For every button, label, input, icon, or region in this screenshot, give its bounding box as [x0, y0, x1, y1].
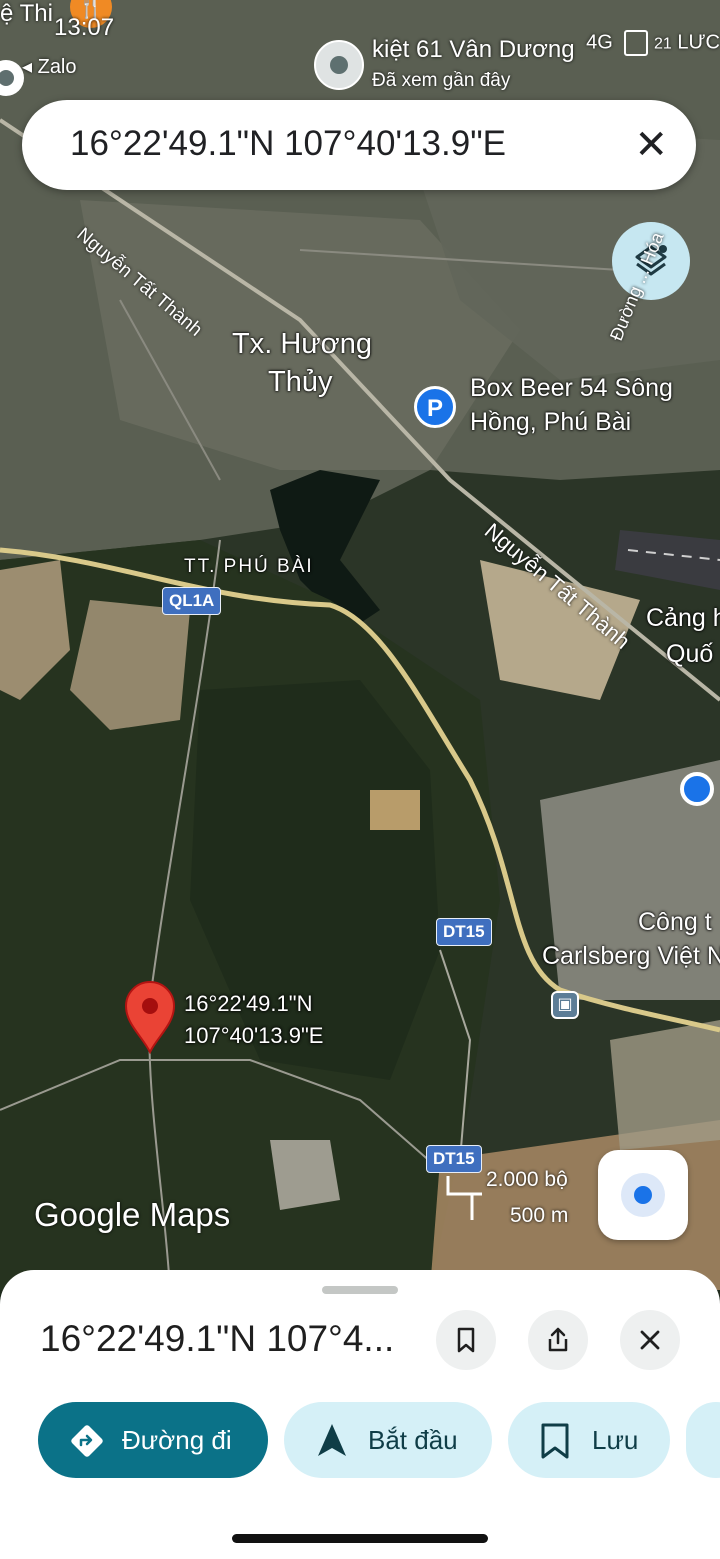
bookmark-icon [541, 1423, 569, 1459]
bus-stop-icon[interactable]: ▣ [551, 991, 579, 1019]
pin-label-line2: 107°40'13.9"E [184, 1023, 324, 1048]
navigation-arrow-icon [318, 1424, 346, 1456]
town-label-line2: Thủy [268, 366, 333, 398]
recent-place-pin-icon[interactable] [314, 40, 364, 90]
town-label-line1: Tx. Hương [232, 328, 372, 360]
scale-imperial: 2.000 bộ [486, 1168, 568, 1191]
map-view[interactable]: ệ Thi 🍴 13:07 ◂ Zalo 4G 21 LƯC kiệt 61 V… [0, 0, 720, 1290]
pin-coordinates-label: 16°22'49.1"N 107°40'13.9"E [184, 988, 323, 1052]
more-actions-chip[interactable] [686, 1402, 720, 1478]
place-bottom-sheet[interactable]: 16°22'49.1"N 107°4... Đường đi Bắt đầu L… [0, 1270, 720, 1559]
company-label-line2: Carlsberg Việt N [542, 942, 720, 970]
company-label-line1: Công t [638, 908, 712, 936]
close-icon [640, 1330, 660, 1350]
back-to-app-link[interactable]: ◂ Zalo [22, 54, 77, 79]
parking-icon[interactable]: P [414, 386, 456, 428]
start-button[interactable]: Bắt đầu [284, 1402, 492, 1478]
save-icon-button[interactable] [436, 1310, 496, 1370]
scale-bar-graphic [446, 1176, 482, 1220]
share-button[interactable] [528, 1310, 588, 1370]
save-button[interactable]: Lưu [508, 1402, 670, 1478]
map-pin-icon[interactable] [124, 980, 176, 1054]
status-right: 4G 21 LƯC [586, 30, 720, 56]
share-icon [548, 1327, 568, 1352]
home-indicator[interactable] [232, 1534, 488, 1543]
battery-level: 21 [653, 35, 672, 53]
airport-label-line2: Quố [666, 640, 714, 668]
sheet-drag-handle[interactable] [322, 1286, 398, 1294]
scale-bar: 2.000 bộ 500 m [446, 1168, 580, 1228]
road-shield-dt15: DT15 [436, 918, 492, 946]
status-time: 13:07 [54, 14, 115, 41]
road-shield-ql1a: QL1A [162, 587, 222, 615]
airport-label-line1: Cảng h [646, 604, 720, 632]
battery-icon [624, 30, 649, 56]
directions-icon [71, 1425, 103, 1457]
search-query[interactable]: 16°22'49.1"N 107°40'13.9"E [70, 124, 506, 164]
directions-button[interactable]: Đường đi [38, 1402, 268, 1478]
poi-label-line2[interactable]: Hồng, Phú Bài [470, 408, 631, 437]
google-maps-logo: Google Maps [34, 1196, 231, 1233]
place-title: 16°22'49.1"N 107°4... [40, 1318, 395, 1359]
district-label: TT. PHÚ BÀI [184, 556, 314, 577]
pin-label-line1: 16°22'49.1"N [184, 991, 313, 1016]
recent-place-subtitle: Đã xem gần đây [372, 70, 511, 91]
bookmark-icon [457, 1327, 475, 1353]
scale-metric: 500 m [510, 1204, 569, 1227]
poi-label-line1[interactable]: Box Beer 54 Sông [470, 374, 673, 403]
status-notification-text: ệ Thi [0, 0, 53, 27]
recent-place-title[interactable]: kiệt 61 Vân Dương [372, 36, 575, 64]
network-indicator: 4G [586, 31, 613, 54]
start-label: Bắt đầu [368, 1425, 458, 1455]
close-sheet-button[interactable] [620, 1310, 680, 1370]
close-icon[interactable]: ✕ [634, 122, 668, 168]
directions-label: Đường đi [122, 1425, 232, 1455]
status-right-cut-text: LƯC [677, 31, 720, 54]
my-location-button[interactable] [598, 1150, 688, 1240]
search-bar[interactable]: 16°22'49.1"N 107°40'13.9"E ✕ [22, 100, 696, 190]
save-label: Lưu [592, 1425, 639, 1455]
my-location-dot [680, 772, 714, 806]
